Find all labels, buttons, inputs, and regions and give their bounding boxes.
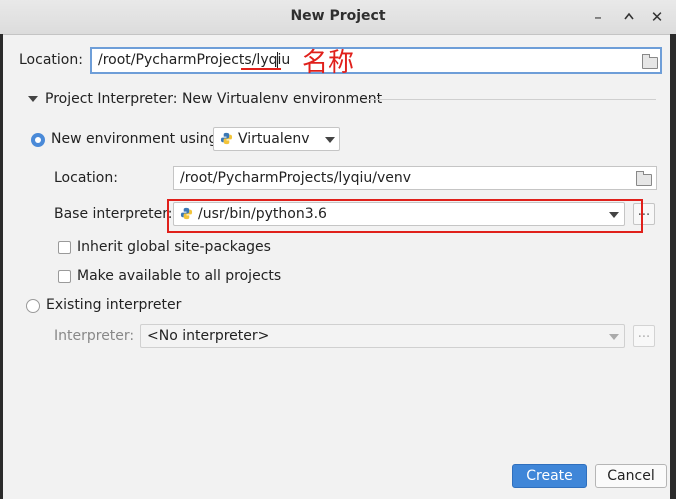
close-icon[interactable]: ✕	[647, 7, 667, 27]
base-interpreter-label: Base interpreter:	[54, 206, 173, 222]
annotation-label: 名称	[302, 48, 355, 78]
collapse-triangle-icon[interactable]	[28, 96, 38, 102]
browse-folder-icon[interactable]	[642, 54, 658, 69]
existing-interpreter-dropdown[interactable]: <No interpreter>	[140, 324, 625, 348]
maximize-icon[interactable]	[619, 7, 639, 27]
make-available-checkbox[interactable]	[58, 270, 71, 283]
inherit-packages-label: Inherit global site-packages	[77, 239, 271, 255]
environment-tool-value: Virtualenv	[238, 131, 310, 147]
text-caret	[277, 52, 278, 68]
section-divider	[362, 99, 656, 100]
inherit-packages-checkbox[interactable]	[58, 241, 71, 254]
browse-existing-button[interactable]: ...	[633, 325, 655, 347]
interpreter-label: Interpreter:	[54, 328, 135, 344]
interpreter-section-title[interactable]: Project Interpreter: New Virtualenv envi…	[45, 91, 382, 107]
browse-folder-icon[interactable]	[636, 171, 652, 186]
python-icon	[220, 132, 233, 145]
venv-location-value: /root/PycharmProjects/lyqiu/venv	[180, 170, 412, 186]
minimize-icon[interactable]: –	[588, 7, 608, 27]
location-label: Location:	[19, 52, 83, 68]
project-location-value: /root/PycharmProjects/lyqiu	[98, 52, 291, 68]
chevron-down-icon	[325, 137, 335, 143]
window-frame-left	[0, 34, 3, 499]
window-title: New Project	[290, 8, 386, 24]
annotation-highlight-box	[167, 199, 643, 233]
title-bar: New Project – ✕	[0, 0, 676, 35]
new-environment-radio[interactable]	[31, 133, 45, 147]
new-environment-label: New environment using	[51, 131, 218, 147]
venv-location-label: Location:	[54, 170, 118, 186]
venv-location-field[interactable]: /root/PycharmProjects/lyqiu/venv	[173, 166, 657, 190]
project-location-field[interactable]: /root/PycharmProjects/lyqiu	[90, 47, 662, 74]
window-frame-right	[670, 34, 676, 499]
environment-tool-dropdown[interactable]: Virtualenv	[213, 127, 340, 151]
create-button[interactable]: Create	[512, 464, 587, 488]
existing-interpreter-value: <No interpreter>	[147, 328, 270, 344]
existing-interpreter-radio[interactable]	[26, 299, 40, 313]
existing-interpreter-label: Existing interpreter	[46, 297, 182, 313]
cancel-button[interactable]: Cancel	[595, 464, 667, 488]
annotation-underline	[241, 68, 281, 70]
chevron-down-icon	[609, 334, 619, 340]
make-available-label: Make available to all projects	[77, 268, 282, 284]
